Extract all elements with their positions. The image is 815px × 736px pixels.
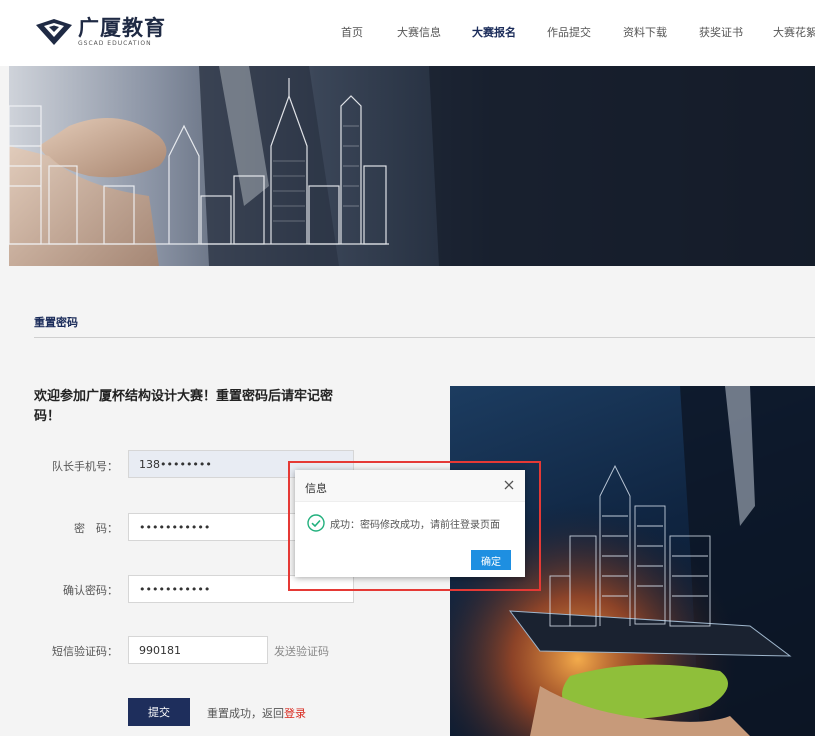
check-circle-icon — [307, 514, 325, 532]
phone-label: 队长手机号： — [52, 460, 118, 473]
confirm-button[interactable]: 确定 — [471, 550, 511, 570]
reset-note-text: 重置成功，返回 — [207, 707, 284, 720]
dialog-header: 信息 — [295, 470, 525, 502]
nav-item-certificates[interactable]: 获奖证书 — [699, 24, 743, 40]
login-link[interactable]: 登录 — [284, 707, 306, 720]
password-label: 密 码： — [74, 522, 118, 535]
nav-item-submission[interactable]: 作品提交 — [547, 24, 591, 40]
submit-button[interactable]: 提交 — [128, 698, 190, 726]
nav-item-contest-info[interactable]: 大赛信息 — [397, 24, 441, 40]
confirm-password-field[interactable] — [128, 575, 354, 603]
dialog-body: 成功：密码修改成功，请前往登录页面 — [307, 514, 500, 532]
site-header: 广厦教育 GSCAD EDUCATION 首页 大赛信息 大赛报名 作品提交 资… — [0, 0, 815, 66]
nav-item-registration[interactable]: 大赛报名 — [472, 24, 516, 40]
welcome-heading: 欢迎参加广厦杯结构设计大赛！重置密码后请牢记密码！ — [34, 389, 334, 424]
dialog-title: 信息 — [305, 482, 327, 495]
section-divider — [34, 337, 815, 338]
reset-success-note: 重置成功，返回登录 — [207, 705, 306, 721]
info-dialog: 信息 成功：密码修改成功，请前往登录页面 确定 — [295, 470, 525, 577]
sms-code-label: 短信验证码： — [52, 645, 118, 658]
dialog-message: 成功：密码修改成功，请前往登录页面 — [330, 519, 500, 531]
send-code-link[interactable]: 发送验证码 — [274, 643, 329, 659]
nav-item-home[interactable]: 首页 — [341, 24, 363, 40]
section-title: 重置密码 — [34, 316, 78, 329]
nav-item-downloads[interactable]: 资料下载 — [623, 24, 667, 40]
main-nav: 首页 大赛信息 大赛报名 作品提交 资料下载 获奖证书 大赛花絮 — [0, 24, 815, 40]
brand-name-en: GSCAD EDUCATION — [78, 40, 152, 47]
nav-item-highlights[interactable]: 大赛花絮 — [773, 24, 815, 40]
city-sketch-illustration — [9, 66, 815, 266]
confirm-password-label: 确认密码： — [63, 584, 118, 597]
close-icon[interactable] — [503, 479, 515, 491]
sms-code-field[interactable] — [128, 636, 268, 664]
hero-banner — [9, 66, 815, 266]
